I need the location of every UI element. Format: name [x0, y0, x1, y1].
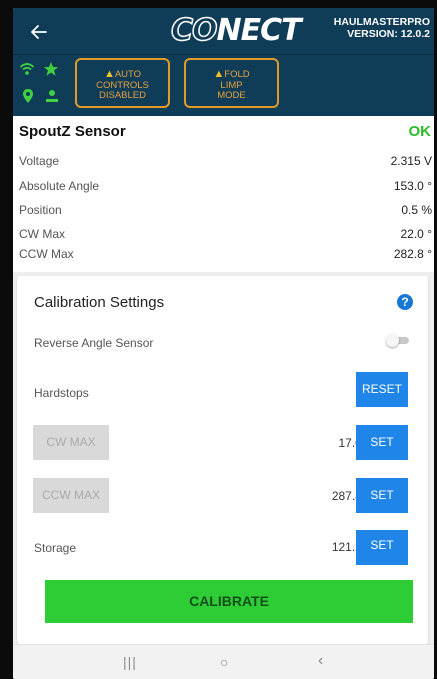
sensor-panel: SpoutZ Sensor OK Voltage 2.315 V Absolut… [13, 116, 434, 272]
ccw-max-set-button[interactable]: SET [356, 478, 408, 513]
sensor-row-position: Position 0.5 % [19, 203, 432, 217]
sensor-row-voltage: Voltage 2.315 V [19, 154, 432, 168]
sensor-title: SpoutZ Sensor [19, 123, 126, 140]
status-bar: ▲AUTO CONTROLS DISABLED ▲FOLD LIMP MODE [13, 54, 434, 116]
app-screen: CONECT HAULMASTERPRO VERSION: 12.0.2 ▲AU… [13, 8, 434, 679]
reverse-angle-toggle[interactable] [386, 334, 410, 347]
storage-set-button[interactable]: SET [356, 530, 408, 565]
warning-icon: ▲ [103, 68, 115, 80]
location-pin-icon [20, 88, 36, 104]
version-info: HAULMASTERPRO VERSION: 12.0.2 [310, 16, 430, 40]
fold-limp-mode-alert[interactable]: ▲FOLD LIMP MODE [184, 58, 279, 108]
calibrate-button[interactable]: CALIBRATE [45, 580, 413, 623]
top-bar: CONECT HAULMASTERPRO VERSION: 12.0.2 [13, 8, 434, 54]
auto-controls-disabled-alert[interactable]: ▲AUTO CONTROLS DISABLED [75, 58, 170, 108]
sensor-status: OK [408, 123, 432, 140]
wifi-icon [19, 61, 35, 77]
toggle-thumb [386, 334, 399, 347]
back-arrow-icon[interactable] [27, 20, 51, 44]
hardstops-label: Hardstops [34, 386, 89, 400]
home-icon[interactable]: ○ [220, 654, 228, 670]
storage-label: Storage [34, 541, 77, 555]
help-icon[interactable]: ? [397, 294, 413, 310]
cw-max-set-button[interactable]: SET [356, 425, 408, 460]
sensor-row-cw-max: CW Max 22.0 ° [19, 227, 432, 241]
star-icon [43, 61, 59, 77]
person-icon [44, 88, 60, 104]
ccw-max-button[interactable]: CCW MAX [33, 478, 109, 513]
sensor-row-ccw-max: CCW Max 282.8 ° [19, 247, 432, 261]
warning-icon: ▲ [213, 68, 225, 80]
recent-apps-icon[interactable]: ||| [123, 654, 137, 670]
product-name: HAULMASTERPRO [333, 16, 430, 28]
reset-button[interactable]: RESET [356, 372, 408, 407]
sensor-row-absolute-angle: Absolute Angle 153.0 ° [19, 179, 432, 193]
system-nav-bar: ||| ○ ‹ [13, 644, 434, 679]
calibration-title: Calibration Settings [34, 294, 165, 311]
cw-max-button[interactable]: CW MAX [33, 425, 109, 460]
app-logo: CONECT [170, 13, 301, 49]
version-number: VERSION: 12.0.2 [347, 28, 430, 40]
calibration-card: Calibration Settings ? Reverse Angle Sen… [17, 276, 428, 644]
nav-back-icon[interactable]: ‹ [318, 652, 323, 670]
reverse-angle-label: Reverse Angle Sensor [34, 336, 154, 350]
